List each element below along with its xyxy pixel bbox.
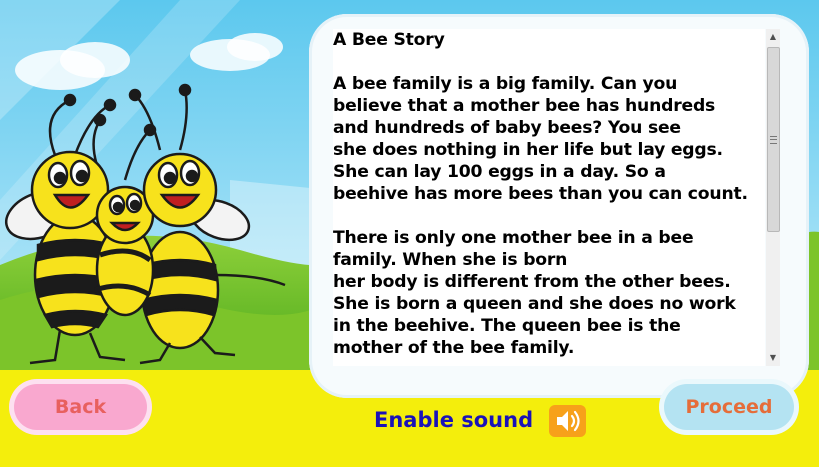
scrollbar-thumb[interactable] (767, 47, 780, 232)
scroll-down-arrow-icon[interactable]: ▼ (766, 350, 780, 366)
speaker-icon (557, 410, 580, 432)
story-paragraph: A bee family is a big family. Can you be… (333, 74, 748, 204)
proceed-button[interactable]: Proceed (659, 379, 799, 435)
grip-icon (770, 136, 777, 144)
back-button-label: Back (14, 384, 147, 430)
proceed-button-label: Proceed (664, 384, 794, 430)
back-button[interactable]: Back (9, 379, 152, 435)
vertical-scrollbar[interactable]: ▲ ▼ (766, 29, 780, 366)
story-paragraph: There is only one mother bee in a bee fa… (333, 228, 736, 358)
story-text: A Bee Story A bee family is a big family… (333, 29, 765, 359)
enable-sound-label: Enable sound (374, 408, 534, 432)
bee-family-illustration (5, 83, 286, 365)
story-text-area[interactable]: A Bee Story A bee family is a big family… (333, 29, 765, 366)
enable-sound-button[interactable] (549, 405, 586, 437)
story-title: A Bee Story (333, 30, 445, 50)
scroll-up-arrow-icon[interactable]: ▲ (766, 29, 780, 45)
